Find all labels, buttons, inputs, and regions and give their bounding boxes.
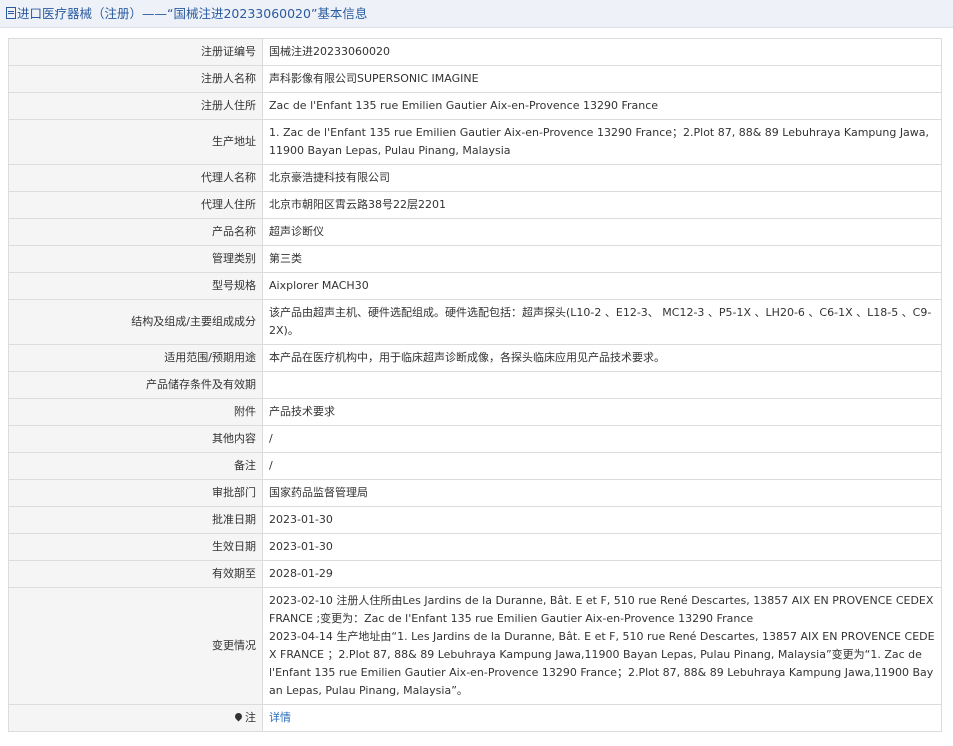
document-icon	[6, 7, 16, 19]
row-expiry-date: 有效期至 2028-01-29	[8, 560, 942, 588]
field-label: 审批部门	[8, 479, 263, 507]
row-model-spec: 型号规格 Aixplorer MACH30	[8, 272, 942, 300]
change-entry: 2023-04-14 生产地址由“1. Les Jardins de la Du…	[269, 630, 935, 697]
field-value: 本产品在医疗机构中，用于临床超声诊断成像，各探头临床应用见产品技术要求。	[262, 344, 942, 372]
pin-icon	[233, 711, 244, 722]
row-note: 注 详情	[8, 704, 942, 732]
field-label: 注册人住所	[8, 92, 263, 120]
note-label: 注	[245, 711, 256, 724]
field-value: 产品技术要求	[262, 398, 942, 426]
field-label: 注册证编号	[8, 38, 263, 66]
field-value: 1. Zac de l'Enfant 135 rue Emilien Gauti…	[262, 119, 942, 165]
field-value: 北京市朝阳区霄云路38号22层2201	[262, 191, 942, 219]
field-value: /	[262, 452, 942, 480]
field-value: 北京豪浩捷科技有限公司	[262, 164, 942, 192]
row-product-name: 产品名称 超声诊断仪	[8, 218, 942, 246]
field-label: 代理人住所	[8, 191, 263, 219]
field-label: 产品储存条件及有效期	[8, 371, 263, 399]
page-header: 进口医疗器械（注册）——“国械注进20233060020”基本信息	[0, 0, 953, 28]
row-storage-validity: 产品储存条件及有效期	[8, 371, 942, 399]
field-label: 管理类别	[8, 245, 263, 273]
field-label: 产品名称	[8, 218, 263, 246]
change-entry: 2023-02-10 注册人住所由Les Jardins de la Duran…	[269, 594, 934, 625]
field-value: 2028-01-29	[262, 560, 942, 588]
row-effective-date: 生效日期 2023-01-30	[8, 533, 942, 561]
row-agent-address: 代理人住所 北京市朝阳区霄云路38号22层2201	[8, 191, 942, 219]
field-label: 其他内容	[8, 425, 263, 453]
field-label: 批准日期	[8, 506, 263, 534]
row-registrant-name: 注册人名称 声科影像有限公司SUPERSONIC IMAGINE	[8, 65, 942, 93]
field-label: 型号规格	[8, 272, 263, 300]
field-label: 结构及组成/主要组成成分	[8, 299, 263, 345]
field-value: 2023-01-30	[262, 533, 942, 561]
details-link[interactable]: 详情	[269, 711, 291, 724]
field-label: 生效日期	[8, 533, 263, 561]
field-label: 注册人名称	[8, 65, 263, 93]
row-registration-number: 注册证编号 国械注进20233060020	[8, 38, 942, 66]
row-remarks: 备注 /	[8, 452, 942, 480]
field-value: Aixplorer MACH30	[262, 272, 942, 300]
field-value: Zac de l'Enfant 135 rue Emilien Gautier …	[262, 92, 942, 120]
field-value: 第三类	[262, 245, 942, 273]
field-label: 备注	[8, 452, 263, 480]
row-approval-department: 审批部门 国家药品监督管理局	[8, 479, 942, 507]
row-agent-name: 代理人名称 北京豪浩捷科技有限公司	[8, 164, 942, 192]
page-title: 进口医疗器械（注册）——“国械注进20233060020”基本信息	[17, 6, 368, 21]
field-value: 该产品由超声主机、硬件选配组成。硬件选配包括：超声探头(L10-2 、E12-3…	[262, 299, 942, 345]
field-value: /	[262, 425, 942, 453]
field-value: 国械注进20233060020	[262, 38, 942, 66]
field-value: 国家药品监督管理局	[262, 479, 942, 507]
row-intended-use: 适用范围/预期用途 本产品在医疗机构中，用于临床超声诊断成像，各探头临床应用见产…	[8, 344, 942, 372]
field-label: 代理人名称	[8, 164, 263, 192]
row-change-history: 变更情况 2023-02-10 注册人住所由Les Jardins de la …	[8, 587, 942, 705]
field-label: 附件	[8, 398, 263, 426]
row-attachment: 附件 产品技术要求	[8, 398, 942, 426]
row-approval-date: 批准日期 2023-01-30	[8, 506, 942, 534]
field-label: 变更情况	[8, 587, 263, 705]
field-value	[262, 371, 942, 399]
field-value: 详情	[262, 704, 942, 732]
row-production-address: 生产地址 1. Zac de l'Enfant 135 rue Emilien …	[8, 119, 942, 165]
row-other-content: 其他内容 /	[8, 425, 942, 453]
row-structure-composition: 结构及组成/主要组成成分 该产品由超声主机、硬件选配组成。硬件选配包括：超声探头…	[8, 299, 942, 345]
field-label: 有效期至	[8, 560, 263, 588]
row-management-category: 管理类别 第三类	[8, 245, 942, 273]
field-value: 声科影像有限公司SUPERSONIC IMAGINE	[262, 65, 942, 93]
field-label: 适用范围/预期用途	[8, 344, 263, 372]
field-label: 注	[8, 704, 263, 732]
field-value: 超声诊断仪	[262, 218, 942, 246]
row-registrant-address: 注册人住所 Zac de l'Enfant 135 rue Emilien Ga…	[8, 92, 942, 120]
field-value: 2023-01-30	[262, 506, 942, 534]
registration-info-table: 注册证编号 国械注进20233060020 注册人名称 声科影像有限公司SUPE…	[8, 38, 942, 732]
field-label: 生产地址	[8, 119, 263, 165]
change-history-value: 2023-02-10 注册人住所由Les Jardins de la Duran…	[262, 587, 942, 705]
